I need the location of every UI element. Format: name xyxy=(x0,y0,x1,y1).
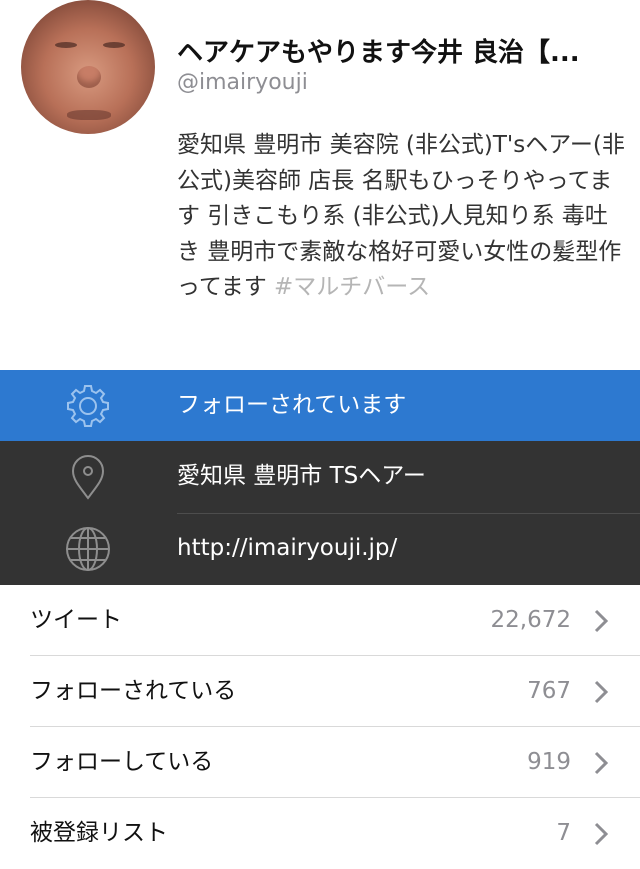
location-row[interactable]: 愛知県 豊明市 TSヘアー xyxy=(0,441,640,514)
stats-list: ツイート 22,672 フォローされている 767 フォローしている 919 被… xyxy=(0,585,640,869)
stat-value: 7 xyxy=(556,820,571,846)
chevron-right-icon xyxy=(594,822,608,846)
stat-value: 919 xyxy=(527,749,571,775)
follow-status-label: フォローされています xyxy=(177,392,407,418)
profile-info-section: 愛知県 豊明市 TSヘアー http://imairyouji.jp/ xyxy=(0,441,640,585)
stat-row-followers[interactable]: フォローされている 767 xyxy=(0,656,640,727)
stat-label: ツイート xyxy=(30,607,122,633)
profile-handle: @imairyouji xyxy=(177,70,308,95)
location-pin-icon xyxy=(71,455,105,500)
stat-row-following[interactable]: フォローしている 919 xyxy=(0,727,640,798)
chevron-right-icon xyxy=(594,751,608,775)
profile-bio: 愛知県 豊明市 美容院 (非公式)T'sヘアー(非公式)美容師 店長 名駅もひっ… xyxy=(177,128,627,306)
chevron-right-icon xyxy=(594,609,608,633)
url-link[interactable]: http://imairyouji.jp/ xyxy=(177,513,397,584)
stat-value: 767 xyxy=(527,678,571,704)
stat-label: フォローしている xyxy=(30,749,214,775)
stat-value: 22,672 xyxy=(490,607,571,633)
url-row[interactable]: http://imairyouji.jp/ xyxy=(0,513,640,585)
profile-header: ヘアケアもやります今井 良治【... @imairyouji 愛知県 豊明市 美… xyxy=(0,0,640,370)
bio-hashtag[interactable]: #マルチバース xyxy=(274,274,430,300)
location-text: 愛知県 豊明市 TSヘアー xyxy=(177,463,426,489)
gear-icon xyxy=(67,385,109,427)
chevron-right-icon xyxy=(594,680,608,704)
avatar[interactable] xyxy=(21,0,155,134)
stat-label: 被登録リスト xyxy=(30,820,168,846)
stat-label: フォローされている xyxy=(30,678,237,704)
follow-status-row[interactable]: フォローされています xyxy=(0,370,640,441)
stat-row-tweets[interactable]: ツイート 22,672 xyxy=(0,585,640,656)
stat-row-listed[interactable]: 被登録リスト 7 xyxy=(0,798,640,869)
globe-icon xyxy=(66,527,110,571)
profile-name: ヘアケアもやります今井 良治【... xyxy=(177,38,580,68)
